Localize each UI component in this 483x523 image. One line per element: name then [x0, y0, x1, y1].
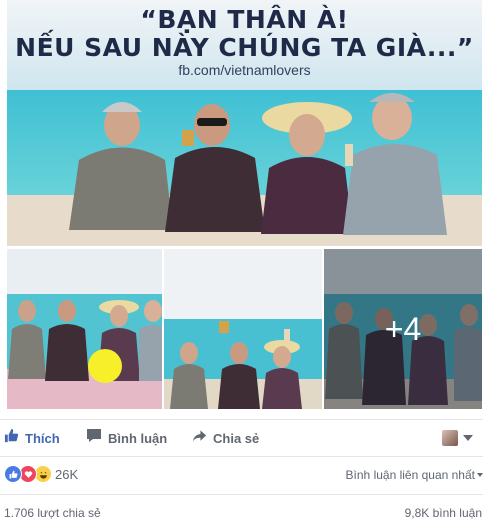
chevron-down-icon [477, 473, 483, 477]
stats-row: 1.706 lượt chia sẻ 9,8K bình luận [0, 504, 483, 523]
share-count[interactable]: 1.706 lượt chia sẻ [4, 506, 101, 520]
reaction-count[interactable]: 26K [55, 467, 78, 482]
photo-caption-line2: NẾU SAU NÀY CHÚNG TA GIÀ...” [15, 33, 474, 62]
main-photo[interactable]: “BẠN THÂN À! NẾU SAU NÀY CHÚNG TA GIÀ...… [7, 0, 482, 246]
chevron-down-icon [463, 435, 473, 441]
share-label: Chia sẻ [213, 430, 260, 446]
like-button[interactable]: Thích [4, 420, 60, 456]
comment-button[interactable]: Bình luận [86, 420, 167, 456]
like-reaction-icon [4, 465, 22, 483]
comment-count[interactable]: 9,8K bình luận [405, 506, 482, 520]
like-icon [4, 428, 19, 448]
reaction-icons[interactable] [4, 465, 52, 483]
comment-sort-label: Bình luận liên quan nhất [345, 468, 475, 482]
photo-caption-line1: “BẠN THÂN À! [140, 5, 349, 34]
photo-source-credit: fb.com/vietnamlovers [178, 62, 311, 78]
action-bar: Thích Bình luận Chia sẻ [0, 420, 483, 456]
thumbnail-photo-2[interactable] [164, 249, 322, 409]
avatar [442, 430, 458, 446]
thumbnail-image-2 [164, 249, 322, 409]
post-card: “BẠN THÂN À! NẾU SAU NÀY CHÚNG TA GIÀ...… [0, 0, 483, 523]
reactions-row: 26K Bình luận liên quan nhất [0, 462, 483, 486]
like-label: Thích [25, 430, 60, 446]
more-photos-overlay[interactable]: +4 [324, 249, 482, 409]
post-as-selector[interactable] [442, 430, 473, 446]
thumbnail-image-1 [7, 249, 162, 409]
share-button[interactable]: Chia sẻ [192, 420, 259, 456]
divider [0, 494, 483, 495]
divider [0, 456, 483, 457]
comment-sort-dropdown[interactable]: Bình luận liên quan nhất [346, 468, 483, 482]
thumbnail-photo-1[interactable] [7, 249, 162, 409]
comment-icon [86, 428, 102, 448]
share-icon [192, 429, 207, 448]
comment-label: Bình luận [108, 430, 168, 446]
thumbnail-photo-3[interactable]: +4 [324, 249, 482, 409]
